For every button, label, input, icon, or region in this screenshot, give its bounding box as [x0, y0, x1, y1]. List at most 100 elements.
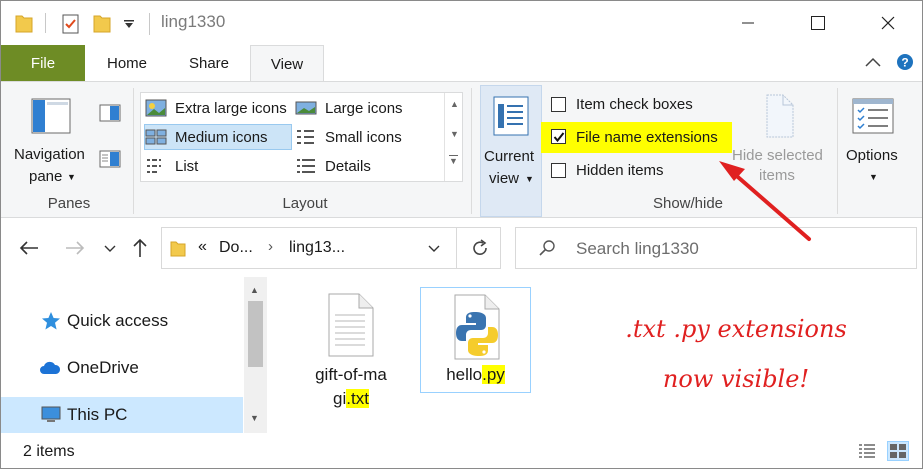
search-icon: [539, 240, 555, 256]
medium-icons-icon: [145, 129, 167, 145]
address-bar[interactable]: « Do... › ling13...: [161, 227, 501, 269]
folder-options-icon: [852, 98, 894, 134]
layout-group-label: Layout: [282, 195, 328, 212]
item-check-boxes-checkbox[interactable]: [551, 97, 566, 112]
up-icon[interactable]: [132, 238, 148, 258]
navigation-pane-scrollbar[interactable]: ▲ ▼: [244, 277, 267, 433]
sidebar-item-label: Quick access: [67, 311, 169, 330]
forward-icon[interactable]: [65, 240, 85, 256]
layout-list[interactable]: List: [145, 153, 291, 179]
sidebar-item-this-pc[interactable]: This PC: [1, 397, 243, 433]
tab-home[interactable]: Home: [91, 45, 163, 81]
details-pane-icon[interactable]: [99, 150, 121, 168]
item-count: 2 items: [23, 443, 75, 460]
window-title: ling1330: [161, 12, 226, 31]
scrollbar-thumb[interactable]: [248, 301, 263, 367]
hidden-items-toggle[interactable]: Hidden items: [551, 160, 701, 184]
options-button[interactable]: Options ▼: [842, 90, 906, 190]
layout-item-label: Large icons: [325, 99, 403, 117]
divider: [133, 88, 134, 214]
layout-extra-large-icons[interactable]: Extra large icons: [145, 95, 291, 121]
file-name-part: hello: [446, 365, 483, 384]
sidebar-item-label: This PC: [67, 405, 128, 424]
tab-share[interactable]: Share: [173, 45, 245, 81]
sidebar-item-quick-access[interactable]: Quick access: [1, 303, 243, 339]
maximize-button[interactable]: [795, 1, 841, 45]
scroll-up-icon[interactable]: ▲: [250, 285, 259, 295]
back-icon[interactable]: [19, 240, 39, 256]
layout-large-icons[interactable]: Large icons: [295, 95, 445, 121]
details-icon: [297, 159, 315, 173]
dropdown-arrow-icon: ▼: [525, 174, 534, 184]
file-name: hello.py: [421, 365, 530, 385]
folder-icon: [170, 241, 186, 257]
large-icons-view-icon[interactable]: [887, 441, 909, 461]
annotation-text: .txt .py extensions: [625, 315, 847, 343]
current-view-icon: [493, 96, 529, 136]
breadcrumb-segment[interactable]: Do...: [219, 239, 253, 257]
divider: [471, 88, 472, 214]
file-extension: .txt: [346, 389, 369, 408]
tab-view[interactable]: View: [250, 45, 324, 82]
item-check-boxes-toggle[interactable]: Item check boxes: [551, 94, 721, 118]
options-label: Options: [846, 147, 898, 164]
divider: [45, 13, 46, 33]
address-overflow[interactable]: «: [198, 238, 207, 256]
sidebar-item-onedrive[interactable]: OneDrive: [1, 350, 243, 386]
cloud-icon: [40, 361, 61, 374]
divider: [456, 228, 457, 268]
scroll-down-icon[interactable]: ▼: [250, 413, 259, 423]
file-extension: .py: [482, 365, 505, 384]
extra-large-icons-icon: [145, 99, 167, 117]
layout-gallery-scrollbar[interactable]: ▲ ▼ ▼: [444, 93, 462, 181]
file-name-part: gift-of-ma: [315, 365, 387, 384]
search-input[interactable]: Search ling1330: [576, 239, 699, 259]
address-dropdown-icon[interactable]: [428, 245, 440, 253]
expand-gallery-icon[interactable]: ▼: [449, 155, 458, 166]
navigation-pane-label-2: pane: [29, 168, 63, 185]
recent-locations-icon[interactable]: [104, 245, 116, 253]
layout-item-label: Details: [325, 157, 371, 175]
details-view-icon[interactable]: [857, 442, 877, 460]
preview-pane-icon[interactable]: [99, 104, 121, 122]
tab-file[interactable]: File: [1, 45, 85, 81]
breadcrumb-separator-icon[interactable]: ›: [268, 238, 273, 255]
layout-small-icons[interactable]: Small icons: [295, 124, 445, 150]
svg-text:?: ?: [901, 56, 908, 70]
divider: [837, 88, 838, 214]
close-button[interactable]: [865, 1, 911, 45]
sidebar-item-label: OneDrive: [67, 358, 139, 377]
refresh-icon[interactable]: [471, 239, 489, 257]
customize-toolbar-icon[interactable]: [123, 19, 135, 29]
collapse-ribbon-icon[interactable]: [865, 57, 881, 67]
minimize-button[interactable]: [725, 1, 771, 45]
status-bar: 2 items: [1, 433, 922, 468]
layout-item-label: List: [175, 157, 199, 175]
scroll-down-icon[interactable]: ▼: [450, 129, 459, 139]
new-folder-icon[interactable]: [93, 13, 111, 33]
file-name-extensions-checkbox[interactable]: [551, 129, 566, 144]
properties-icon[interactable]: [61, 13, 81, 35]
file-item-gift-of-magi[interactable]: gift-of-ma gi.txt: [301, 291, 401, 421]
hidden-items-checkbox[interactable]: [551, 163, 566, 178]
divider: [149, 13, 150, 35]
breadcrumb-segment[interactable]: ling13...: [289, 239, 345, 257]
current-view-button[interactable]: Current view ▼: [480, 85, 542, 217]
small-icons-icon: [297, 130, 314, 144]
python-file-icon: [454, 294, 500, 360]
layout-medium-icons[interactable]: Medium icons: [144, 124, 292, 150]
hidden-items-label: Hidden items: [576, 162, 664, 179]
help-icon[interactable]: ?: [896, 53, 914, 71]
layout-gallery: Extra large icons Large icons Medium ico…: [140, 92, 463, 182]
file-item-hello-py[interactable]: hello.py: [420, 287, 531, 393]
hide-selected-items-icon: [766, 94, 794, 138]
layout-details[interactable]: Details: [295, 153, 445, 179]
scroll-up-icon[interactable]: ▲: [450, 99, 459, 109]
computer-icon: [41, 406, 61, 422]
file-name-extensions-label: File name extensions: [576, 129, 718, 146]
item-check-boxes-label: Item check boxes: [576, 96, 693, 113]
close-icon: [881, 16, 895, 30]
navigation-pane: Quick access OneDrive This PC ▲ ▼: [1, 277, 267, 433]
star-icon: [42, 312, 60, 330]
navigation-pane-button[interactable]: Navigation pane ▼: [9, 88, 93, 192]
